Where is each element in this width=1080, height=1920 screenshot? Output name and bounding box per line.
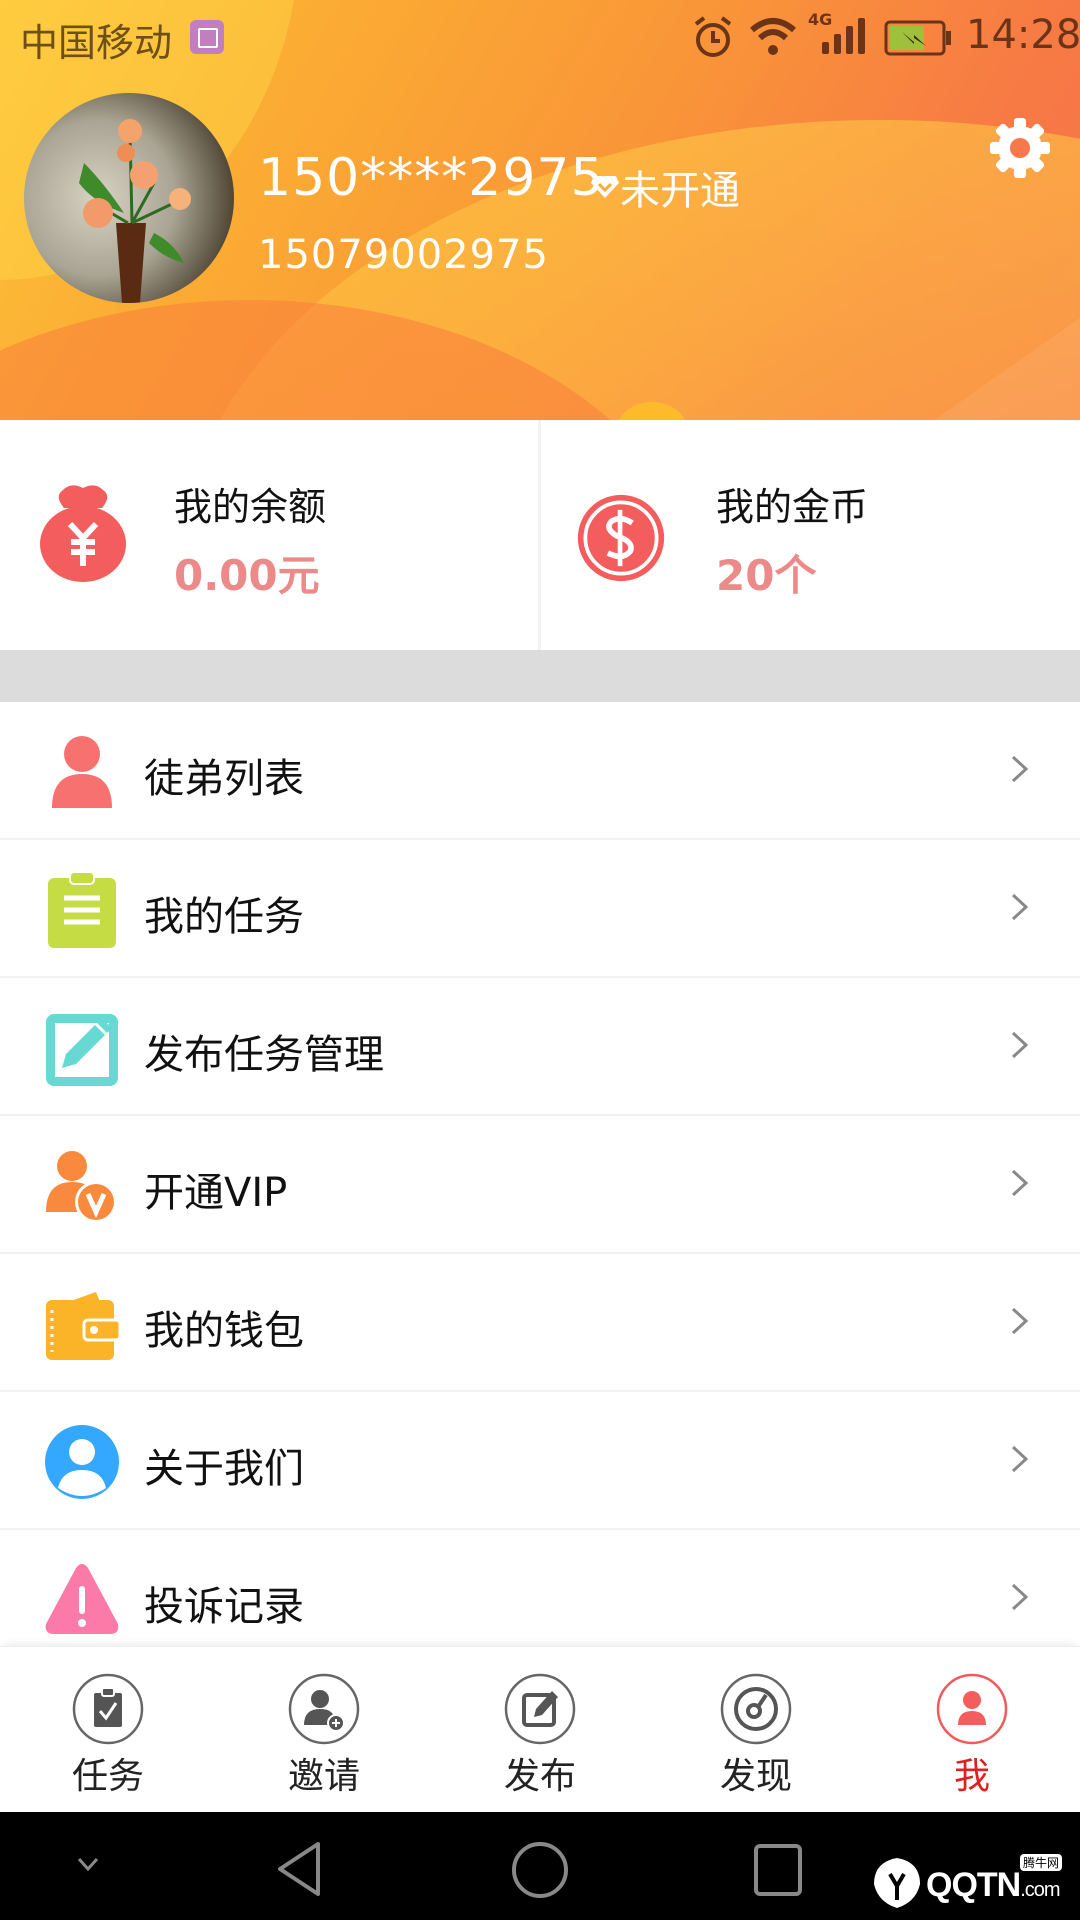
- tab-tasks[interactable]: 任务: [0, 1647, 216, 1813]
- hide-nav-chevron-icon[interactable]: [76, 1856, 100, 1874]
- status-bar: 中国移动 4G 14:28: [0, 0, 1080, 75]
- tab-label: 我: [953, 1756, 990, 1797]
- user-phone: 15079002975: [258, 232, 549, 278]
- person-icon: [52, 736, 112, 808]
- wallet-summary: 我的余额 0.00元 我的金币 20个: [0, 420, 1080, 650]
- tab-publish[interactable]: 发布: [432, 1647, 648, 1813]
- menu-item-apprentice-list[interactable]: 徒弟列表: [0, 702, 1080, 840]
- battery-charging-icon: [884, 20, 951, 56]
- back-icon[interactable]: [272, 1840, 326, 1898]
- menu-item-my-wallet[interactable]: 我的钱包: [0, 1254, 1080, 1392]
- wifi-icon: [750, 18, 796, 55]
- watermark-text: QQTN.com: [926, 1866, 1061, 1904]
- coins-card[interactable]: 我的金币 20个: [542, 420, 1080, 650]
- menu-list: 徒弟列表 我的任务 发布任务管理 开通VIP 我的钱包 关于我们 投诉记录: [0, 702, 1080, 1668]
- dollar-coin-icon: [577, 494, 665, 582]
- section-separator: [0, 650, 1080, 702]
- tab-invite[interactable]: 邀请: [216, 1647, 432, 1813]
- menu-item-label: 发布任务管理: [144, 1032, 384, 1078]
- coins-value: 20个: [716, 551, 817, 600]
- tab-me[interactable]: 我: [864, 1647, 1080, 1813]
- tab-label: 发布: [503, 1756, 576, 1797]
- avatar[interactable]: [24, 93, 234, 303]
- balance-title: 我的余额: [174, 485, 327, 529]
- vip-status-badge[interactable]: 未开通: [590, 158, 740, 216]
- balance-card[interactable]: 我的余额 0.00元: [0, 420, 538, 650]
- money-bag-icon: [40, 485, 126, 582]
- vip-user-icon: [46, 1151, 117, 1223]
- user-nickname: 150****2975: [258, 148, 605, 208]
- me-user-icon: [936, 1673, 1008, 1745]
- tab-label: 任务: [71, 1756, 144, 1797]
- tab-discover[interactable]: 发现: [648, 1647, 864, 1813]
- user-circle-icon: [45, 1425, 119, 1499]
- discover-compass-icon: [720, 1673, 792, 1745]
- carrier-name: 中国移动: [20, 21, 173, 65]
- chevron-right-icon: [1011, 755, 1029, 783]
- chevron-right-icon: [1011, 1445, 1029, 1473]
- menu-item-label: 徒弟列表: [144, 756, 304, 802]
- vip-status-text: 未开通: [620, 168, 740, 214]
- gear-icon[interactable]: [988, 116, 1052, 180]
- avatar-image: [79, 119, 191, 303]
- chevron-right-icon: [1011, 1583, 1029, 1611]
- task-clipboard-icon: [72, 1673, 144, 1745]
- chevron-right-icon: [1011, 1169, 1029, 1197]
- menu-item-about-us[interactable]: 关于我们: [0, 1392, 1080, 1530]
- invite-user-icon: [288, 1673, 360, 1745]
- watermark-subtitle: 腾牛网: [1020, 1854, 1063, 1871]
- menu-item-label: 我的任务: [144, 894, 304, 940]
- chevron-right-icon: [1011, 1307, 1029, 1335]
- balance-value: 0.00元: [174, 551, 320, 600]
- watermark: QQTN.com 腾牛网: [870, 1852, 1070, 1912]
- menu-item-publish-management[interactable]: 发布任务管理: [0, 978, 1080, 1116]
- menu-item-open-vip[interactable]: 开通VIP: [0, 1116, 1080, 1254]
- alarm-icon: [694, 16, 732, 57]
- chevron-right-icon: [1011, 893, 1029, 921]
- clipboard-icon: [48, 872, 116, 948]
- coins-title: 我的金币: [716, 485, 869, 529]
- diamond-icon: [591, 176, 619, 198]
- home-icon[interactable]: [510, 1840, 570, 1900]
- clock: 14:28: [966, 12, 1080, 58]
- watermark-logo-icon: [874, 1858, 920, 1908]
- edit-icon: [46, 1014, 118, 1086]
- menu-item-label: 我的钱包: [144, 1308, 304, 1354]
- publish-edit-icon: [504, 1673, 576, 1745]
- card-divider: [538, 420, 541, 650]
- tab-label: 发现: [719, 1756, 792, 1797]
- bottom-tab-bar: 任务 邀请 发布 发现 我: [0, 1646, 1080, 1813]
- signal-icon: [822, 18, 865, 54]
- menu-item-label: 投诉记录: [144, 1584, 304, 1630]
- menu-item-label: 开通VIP: [144, 1170, 288, 1216]
- image-notification-icon: [190, 20, 224, 54]
- warning-icon: [45, 1564, 119, 1634]
- tab-label: 邀请: [287, 1756, 360, 1797]
- menu-item-label: 关于我们: [144, 1446, 304, 1492]
- recents-icon[interactable]: [752, 1842, 804, 1898]
- chevron-right-icon: [1011, 1031, 1029, 1059]
- menu-item-my-tasks[interactable]: 我的任务: [0, 840, 1080, 978]
- wallet-icon: [46, 1292, 120, 1360]
